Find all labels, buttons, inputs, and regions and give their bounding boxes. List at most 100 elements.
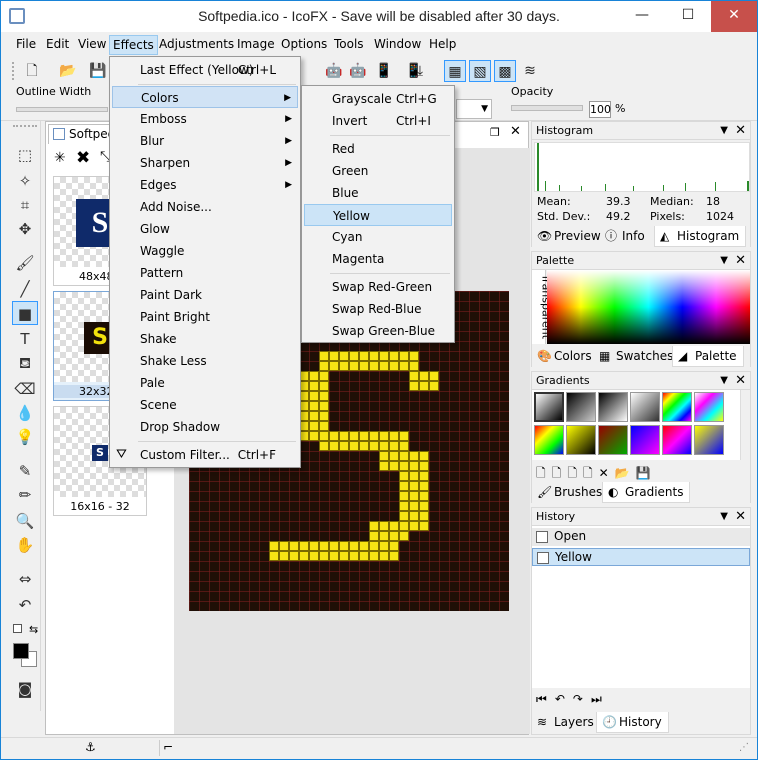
tab-brushes[interactable]: 🖌 Brushes: [532, 482, 608, 503]
drop-icon[interactable]: 💧: [12, 401, 38, 425]
gradient-swatch[interactable]: [566, 392, 596, 422]
tab-gradients[interactable]: ◐ Gradients: [602, 482, 691, 503]
menu-item-red[interactable]: Red: [304, 138, 452, 160]
gradients-close-icon[interactable]: ✕: [735, 372, 746, 390]
menu-item-shake-less[interactable]: Shake Less: [112, 350, 298, 372]
swap-colors-icon[interactable]: ⇆: [29, 623, 38, 636]
foreground-color-swatch[interactable]: [13, 643, 29, 659]
fill-icon[interactable]: ⛾: [12, 351, 38, 375]
menu-options[interactable]: Options: [278, 35, 330, 55]
menu-item-pattern[interactable]: Pattern: [112, 262, 298, 284]
rotate-icon[interactable]: ↶: [12, 593, 38, 617]
eraser-icon[interactable]: ⌫: [12, 377, 38, 401]
crop-icon[interactable]: ⌗: [12, 193, 38, 217]
menu-item-add-noise[interactable]: Add Noise...: [112, 196, 298, 218]
layers-icon[interactable]: ≋: [519, 60, 541, 82]
menu-edit[interactable]: Edit: [43, 35, 72, 55]
grid-view-icon[interactable]: ▧: [469, 60, 491, 82]
delete-format-icon[interactable]: ✖: [76, 148, 90, 168]
undo-icon[interactable]: ↶: [555, 692, 573, 706]
tab-info[interactable]: ⓘ Info: [600, 226, 651, 247]
gradient-swatch[interactable]: [630, 425, 660, 455]
menu-item-drop-shadow[interactable]: Drop Shadow: [112, 416, 298, 438]
mask-icon[interactable]: ◙: [12, 677, 38, 701]
tab-histogram[interactable]: ◭ Histogram: [654, 226, 747, 247]
pin-icon[interactable]: ▼: [720, 508, 728, 526]
gradient-swatch[interactable]: [630, 392, 660, 422]
hand-icon[interactable]: ✋: [12, 533, 38, 557]
zoom-icon[interactable]: 🔍: [12, 509, 38, 533]
phone-icon[interactable]: 📱: [373, 60, 395, 82]
menu-tools[interactable]: Tools: [331, 35, 367, 55]
menu-image[interactable]: Image: [234, 35, 278, 55]
gradient-swatch[interactable]: [694, 392, 724, 422]
menu-item-swap-red-blue[interactable]: Swap Red-Blue: [304, 298, 452, 320]
document-restore-icon[interactable]: ❐: [490, 126, 500, 139]
menu-item-cyan[interactable]: Cyan: [304, 226, 452, 248]
line-icon[interactable]: ╱: [12, 277, 38, 301]
menu-item-swap-red-green[interactable]: Swap Red-Green: [304, 276, 452, 298]
menu-window[interactable]: Window: [371, 35, 424, 55]
menu-item-last-effect[interactable]: Last Effect (Yellow) Ctrl+L: [112, 59, 298, 81]
resize-grip-icon[interactable]: ⋰: [739, 742, 749, 753]
reset-colors-icon[interactable]: [13, 624, 22, 633]
add-format-icon[interactable]: ✳: [54, 150, 66, 166]
copy-gradient-icon[interactable]: 🗋: [567, 466, 583, 480]
edit-gradient-icon[interactable]: 🗋: [552, 466, 568, 480]
histogram-close-icon[interactable]: ✕: [735, 122, 746, 140]
redo-icon[interactable]: ↷: [573, 692, 591, 706]
eyedropper-icon[interactable]: ✎: [12, 459, 38, 483]
last-step-icon[interactable]: ⏭: [591, 692, 610, 706]
move-gradient-icon[interactable]: 🗋: [583, 466, 599, 480]
gradient-swatch[interactable]: [598, 392, 628, 422]
move-icon[interactable]: ✥: [12, 217, 38, 241]
minimize-button[interactable]: —: [619, 1, 665, 32]
gradient-swatch[interactable]: [662, 392, 692, 422]
first-step-icon[interactable]: ⏮: [536, 692, 555, 706]
opacity-input[interactable]: 100: [589, 101, 611, 118]
rectangle-icon[interactable]: ■: [12, 301, 38, 325]
new-gradient-icon[interactable]: 🗋: [536, 466, 552, 480]
pencil-icon[interactable]: ✏: [12, 483, 38, 507]
menu-help[interactable]: Help: [426, 35, 459, 55]
menu-item-blur[interactable]: Blur ▶: [112, 130, 298, 152]
menu-item-swap-green-blue[interactable]: Swap Green-Blue: [304, 320, 452, 342]
open-folder-icon[interactable]: 📂: [57, 60, 79, 82]
tab-history[interactable]: 🕘 History: [596, 712, 669, 733]
new-file-icon[interactable]: 🗋: [21, 60, 43, 82]
menu-item-green[interactable]: Green: [304, 160, 452, 182]
palette-close-icon[interactable]: ✕: [735, 252, 746, 270]
menu-item-blue[interactable]: Blue: [304, 182, 452, 204]
pin-icon[interactable]: ▼: [720, 122, 728, 140]
open-gradient-icon[interactable]: 📂: [615, 466, 636, 480]
menu-effects[interactable]: Effects: [109, 35, 158, 55]
size-dropdown[interactable]: ▼: [456, 99, 492, 119]
tab-layers[interactable]: ≋ Layers: [532, 712, 600, 733]
brush-icon[interactable]: 🖌: [12, 251, 38, 275]
gradient-swatch[interactable]: [534, 392, 564, 422]
menu-item-emboss[interactable]: Emboss ▶: [112, 108, 298, 130]
gradient-swatch[interactable]: [662, 425, 692, 455]
opacity-slider[interactable]: [511, 105, 583, 111]
document-close-icon[interactable]: ✕: [510, 124, 521, 139]
gradient-swatch[interactable]: [598, 425, 628, 455]
close-button[interactable]: ✕: [711, 1, 757, 32]
menu-item-scene[interactable]: Scene: [112, 394, 298, 416]
gradient-scrollbar[interactable]: [740, 390, 750, 460]
text-icon[interactable]: T: [12, 327, 38, 351]
save-gradient-icon[interactable]: 💾: [636, 466, 657, 480]
menu-item-shake[interactable]: Shake: [112, 328, 298, 350]
menu-item-edges[interactable]: Edges ▶: [112, 174, 298, 196]
pixel-grid-icon[interactable]: ▩: [494, 60, 516, 82]
checker-view-icon[interactable]: ▦: [444, 60, 466, 82]
menu-item-paint-dark[interactable]: Paint Dark: [112, 284, 298, 306]
magic-wand-icon[interactable]: ✧: [12, 169, 38, 193]
history-close-icon[interactable]: ✕: [735, 508, 746, 526]
menu-item-yellow[interactable]: Yellow: [304, 204, 452, 226]
tab-preview[interactable]: 👁 Preview: [532, 226, 607, 247]
flip-icon[interactable]: ⇔: [12, 567, 38, 591]
android-alt-icon[interactable]: 🤖: [347, 60, 369, 82]
outline-width-slider[interactable]: [16, 107, 108, 112]
menu-item-grayscale[interactable]: Grayscale Ctrl+G: [304, 88, 452, 110]
menu-item-invert[interactable]: Invert Ctrl+I: [304, 110, 452, 132]
